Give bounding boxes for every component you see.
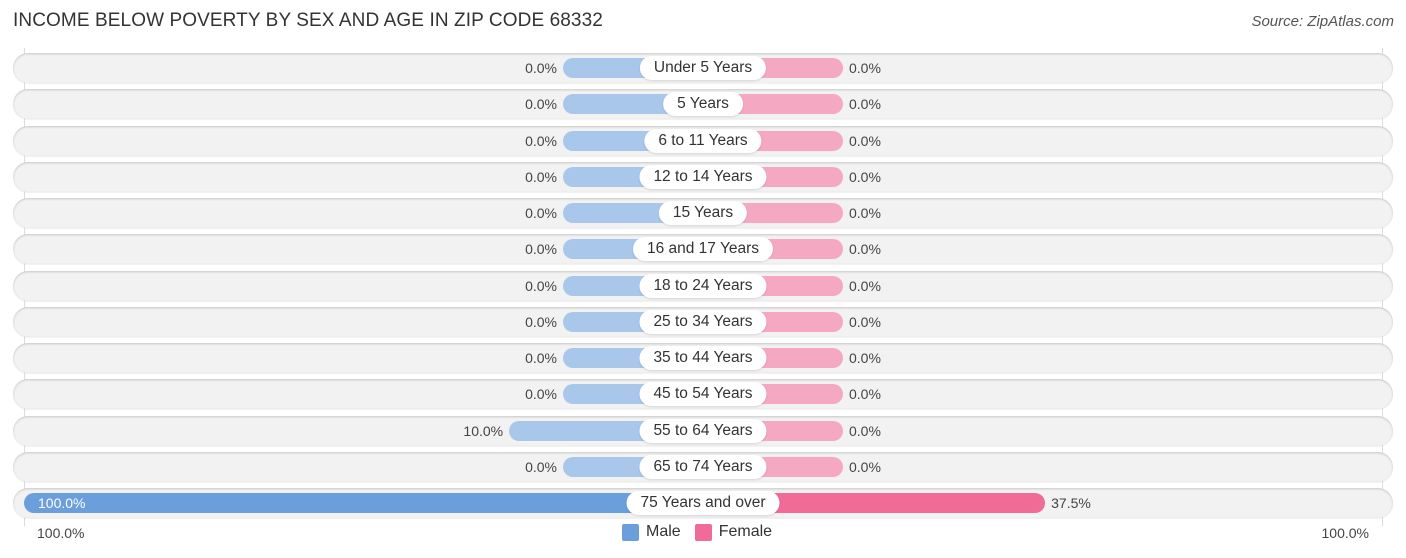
value-label-male: 0.0%	[525, 386, 557, 403]
category-label: Under 5 Years	[639, 56, 767, 80]
value-label-female: 0.0%	[849, 350, 881, 366]
value-label-male: 0.0%	[525, 458, 557, 475]
category-label: 25 to 34 Years	[639, 309, 767, 334]
value-label-male: 0.0%	[525, 96, 557, 113]
value-label-male: 0.0%	[525, 205, 557, 221]
value-label-female: 0.0%	[849, 168, 881, 185]
category-label: 35 to 44 Years	[639, 346, 767, 370]
value-label-female: 0.0%	[849, 96, 881, 113]
value-label-male: 0.0%	[525, 241, 557, 258]
value-label-female: 0.0%	[849, 277, 881, 294]
source-label: Source: ZipAtlas.com	[1251, 13, 1394, 30]
category-label: 12 to 14 Years	[639, 164, 767, 189]
value-label-male: 0.0%	[525, 313, 557, 330]
value-label-female: 0.0%	[849, 132, 881, 149]
legend-label-female: Female	[718, 523, 773, 540]
category-label: 65 to 74 Years	[639, 454, 767, 479]
legend-item-male[interactable]: Male	[622, 523, 681, 541]
legend: Male Female	[622, 523, 786, 541]
bar-male[interactable]	[24, 493, 703, 513]
category-label: 18 to 24 Years	[639, 273, 767, 298]
value-label-female: 0.0%	[849, 422, 881, 439]
category-label: 15 Years	[658, 201, 748, 225]
category-label: 45 to 54 Years	[639, 382, 767, 407]
value-label-female: 0.0%	[849, 313, 881, 330]
legend-item-female[interactable]: Female	[694, 523, 773, 541]
value-label-male: 0.0%	[525, 350, 557, 366]
legend-label-male: Male	[646, 523, 681, 540]
value-label-female: 37.5%	[1051, 495, 1091, 511]
value-label-male: 0.0%	[525, 277, 557, 294]
value-label-female: 0.0%	[849, 458, 881, 475]
category-label: 16 and 17 Years	[632, 237, 774, 262]
category-label: 6 to 11 Years	[644, 128, 762, 153]
value-label-male: 10.0%	[463, 422, 504, 439]
value-label-male: 100.0%	[38, 495, 86, 511]
category-label: 55 to 64 Years	[639, 418, 767, 443]
value-label-female: 0.0%	[849, 241, 881, 258]
value-label-female: 0.0%	[849, 205, 881, 221]
legend-swatch-male	[622, 523, 639, 541]
category-label: 75 Years and over	[626, 491, 780, 515]
value-label-female: 0.0%	[849, 60, 881, 76]
value-label-male: 0.0%	[525, 132, 557, 149]
value-label-male: 0.0%	[525, 168, 557, 185]
value-label-female: 0.0%	[849, 386, 881, 403]
axis-label-left: 100.0%	[37, 525, 85, 541]
value-label-male: 0.0%	[525, 60, 557, 76]
category-label: 5 Years	[663, 92, 743, 117]
chart-title: INCOME BELOW POVERTY BY SEX AND AGE IN Z…	[13, 10, 603, 31]
legend-swatch-female	[694, 523, 712, 541]
axis-label-right: 100.0%	[1321, 525, 1369, 541]
